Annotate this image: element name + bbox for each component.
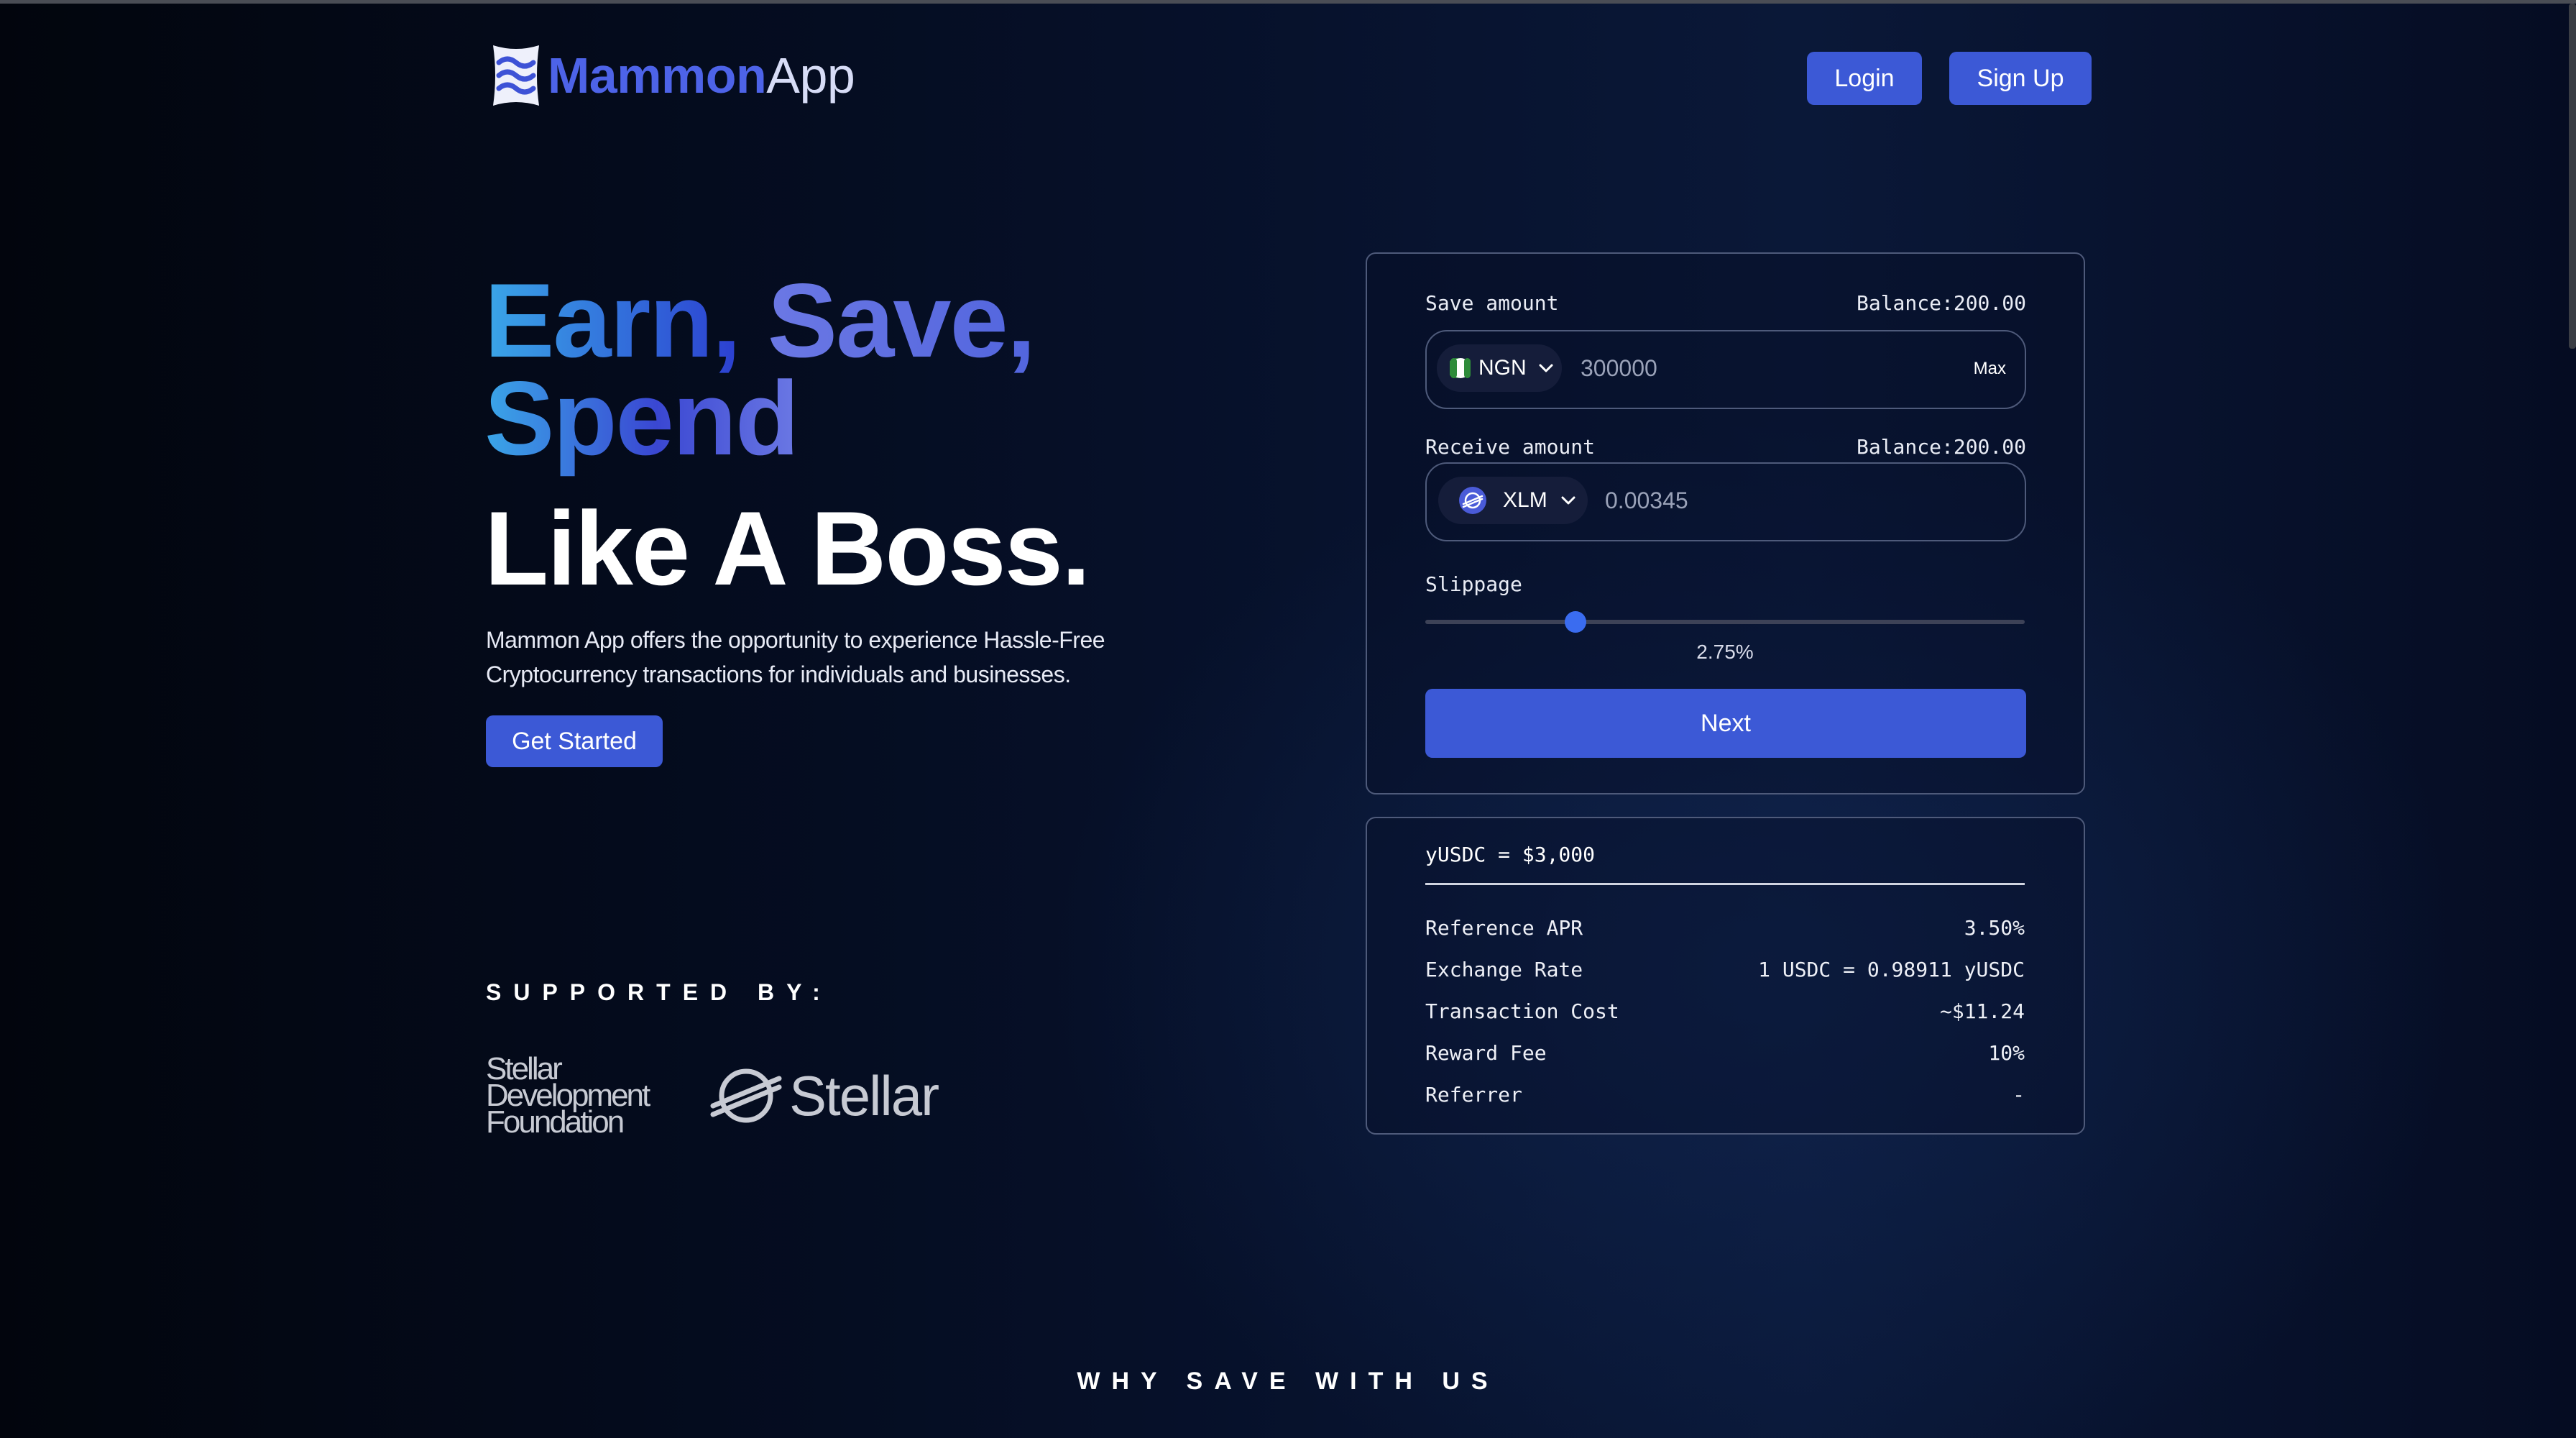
hero-word-spend: Spend — [484, 360, 799, 477]
page: MammonApp Login Sign Up Earn, Save, Spen… — [0, 0, 2576, 1438]
save-currency-code: NGN — [1478, 356, 1527, 380]
save-amount-input[interactable]: 300000 — [1581, 355, 1657, 382]
info-row-value: 10% — [1988, 1041, 2025, 1065]
info-row-value: ~$11.24 — [1939, 999, 2025, 1023]
ngn-flag-icon — [1450, 358, 1471, 378]
info-row-transaction-cost: Transaction Cost ~$11.24 — [1425, 999, 2025, 1023]
hero-description-line: Mammon App offers the opportunity to exp… — [486, 627, 1105, 653]
supported-by-heading: SUPPORTED BY: — [486, 979, 832, 1005]
wave-logo-icon — [493, 45, 539, 106]
swap-card: Save amount Balance:200.00 NGN 300000 Ma… — [1366, 252, 2085, 794]
info-row-label: Reward Fee — [1425, 1041, 1547, 1065]
hero-word-save: Save, — [767, 262, 1036, 379]
app-name: MammonApp — [548, 50, 855, 101]
stellar-rocket-icon — [710, 1068, 782, 1123]
divider — [1425, 883, 2025, 885]
info-row-label: Exchange Rate — [1425, 958, 1583, 981]
yusdc-price: yUSDC = $3,000 — [1425, 843, 1596, 866]
receive-currency-code: XLM — [1503, 488, 1547, 512]
save-amount-field: NGN 300000 Max — [1425, 330, 2026, 409]
info-row-value: - — [2012, 1083, 2025, 1107]
info-row-referrer: Referrer - — [1425, 1083, 2025, 1107]
signup-button[interactable]: Sign Up — [1949, 52, 2092, 105]
info-row-value: 3.50% — [1964, 916, 2025, 940]
hero-headline: Earn, Save, Spend — [484, 268, 1036, 471]
slippage-label: Slippage — [1425, 572, 1522, 596]
brand-suffix: App — [766, 47, 855, 104]
login-button[interactable]: Login — [1807, 52, 1922, 105]
info-row-label: Referrer — [1425, 1083, 1522, 1107]
receive-amount-label: Receive amount — [1425, 435, 1596, 459]
stellar-wordmark: Stellar — [789, 1063, 939, 1127]
info-row-value: 1 USDC = 0.98911 yUSDC — [1758, 958, 2025, 981]
chevron-down-icon — [1539, 364, 1553, 372]
info-row-exchange-rate: Exchange Rate 1 USDC = 0.98911 yUSDC — [1425, 958, 2025, 981]
save-amount-label: Save amount — [1425, 291, 1559, 315]
max-button[interactable]: Max — [1974, 359, 2006, 379]
hero-description: Mammon App offers the opportunity to exp… — [486, 623, 1133, 692]
save-currency-select[interactable]: NGN — [1437, 344, 1562, 392]
next-button[interactable]: Next — [1425, 689, 2026, 758]
slippage-slider-thumb[interactable] — [1565, 611, 1586, 633]
get-started-button[interactable]: Get Started — [486, 715, 663, 767]
rate-info-card: yUSDC = $3,000 Reference APR 3.50% Excha… — [1366, 817, 2085, 1135]
scrollbar[interactable] — [2569, 4, 2576, 349]
window-top-border — [0, 0, 2576, 4]
receive-currency-select[interactable]: XLM — [1438, 477, 1588, 524]
stellar-development-foundation-logo: Stellar Development Foundation — [486, 1053, 650, 1138]
receive-amount-input[interactable]: 0.00345 — [1605, 487, 1688, 514]
hero-subheadline: Like A Boss. — [484, 490, 1090, 607]
hero-description-line: Cryptocurrency transactions for individu… — [486, 661, 1071, 687]
receive-amount-field: XLM 0.00345 — [1425, 462, 2026, 541]
app-logo[interactable]: MammonApp — [486, 36, 855, 115]
info-row-label: Reference APR — [1425, 916, 1583, 940]
slippage-value: 2.75% — [1696, 641, 1754, 663]
receive-balance: Balance:200.00 — [1856, 435, 2026, 459]
slippage-slider-track[interactable] — [1425, 620, 2025, 624]
info-row-label: Transaction Cost — [1425, 999, 1619, 1023]
stellar-logo: Stellar — [710, 1063, 939, 1129]
save-balance: Balance:200.00 — [1856, 291, 2026, 315]
info-row-reference-apr: Reference APR 3.50% — [1425, 916, 2025, 940]
info-row-reward-fee: Reward Fee 10% — [1425, 1041, 2025, 1065]
chevron-down-icon — [1561, 496, 1576, 505]
stellar-xlm-icon — [1459, 487, 1486, 514]
why-save-heading: WHY SAVE WITH US — [1077, 1368, 1499, 1395]
brand-name: Mammon — [548, 47, 767, 104]
